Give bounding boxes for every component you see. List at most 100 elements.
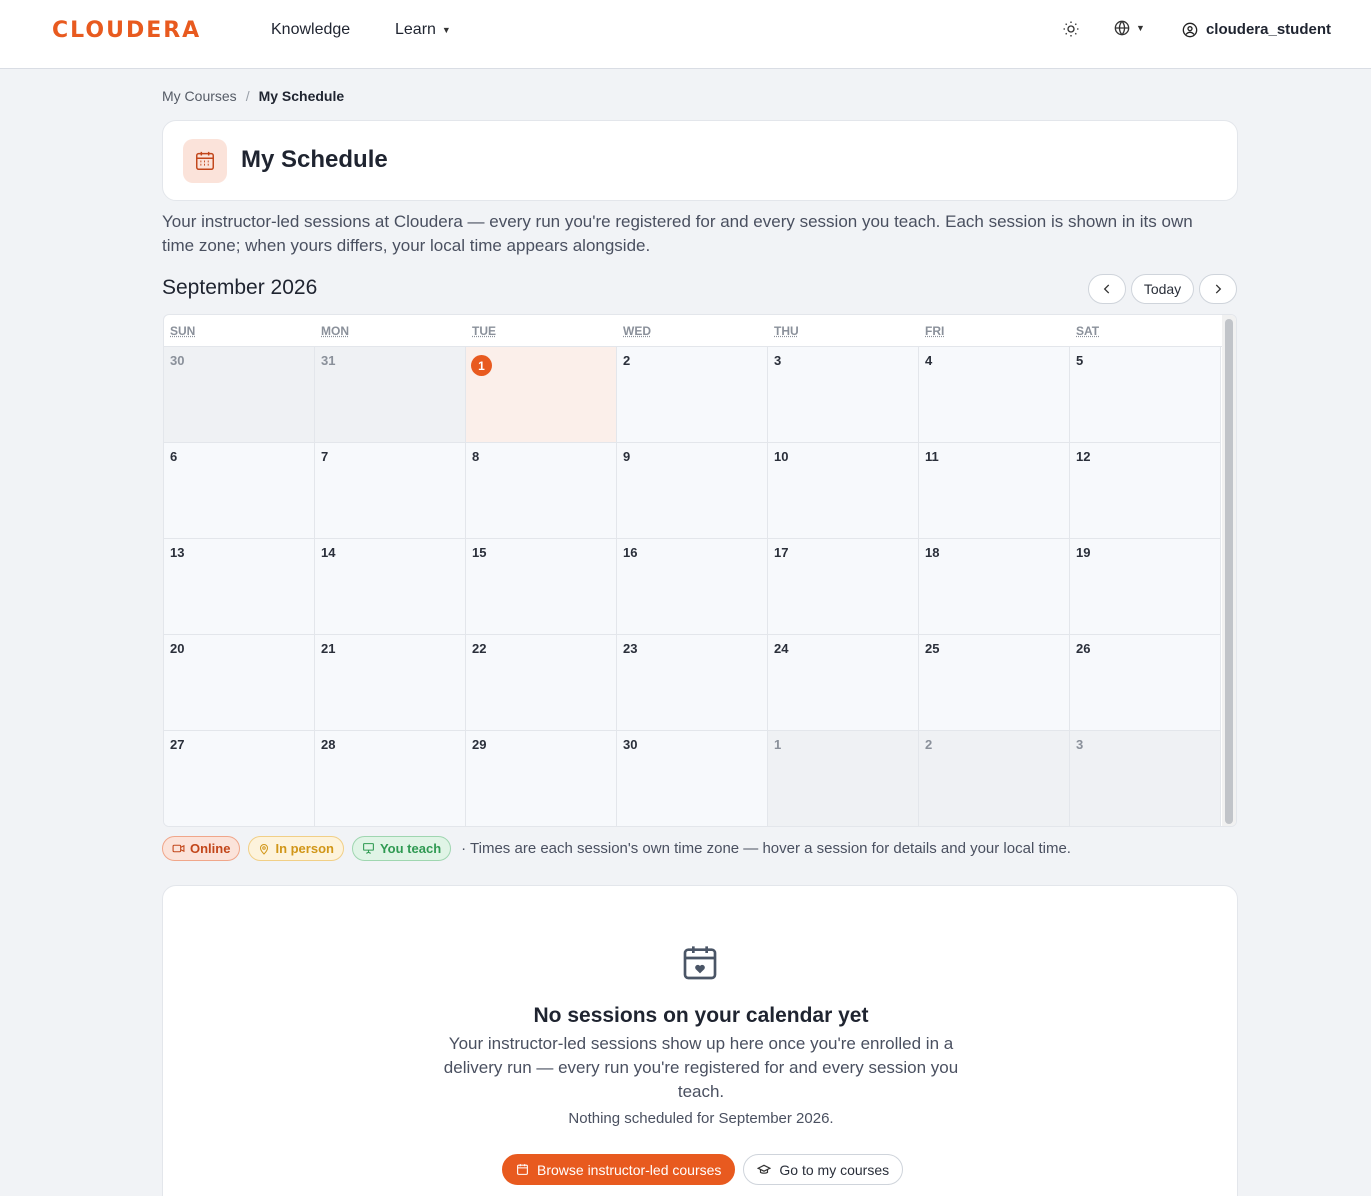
nav-knowledge[interactable]: Knowledge (271, 21, 350, 39)
day-number: 2 (623, 353, 631, 368)
day-number: 13 (170, 545, 185, 560)
weekday-label: MON (321, 324, 349, 338)
day-number: 19 (1076, 545, 1091, 560)
calendar-day-cell[interactable]: 19 (1070, 539, 1221, 635)
calendar-day-cell[interactable]: 23 (617, 635, 768, 731)
calendar-day-cell[interactable]: 20 (164, 635, 315, 731)
calendar-day-cell[interactable]: 2 (919, 731, 1070, 826)
next-month-button[interactable] (1199, 274, 1237, 304)
nav-knowledge-label: Knowledge (271, 21, 351, 38)
day-number: 11 (925, 449, 939, 464)
day-number: 7 (321, 449, 329, 464)
empty-state-card: No sessions on your calendar yet Your in… (162, 885, 1238, 1196)
theme-toggle-button[interactable] (1062, 20, 1080, 38)
day-number: 5 (1076, 353, 1084, 368)
breadcrumb-my-courses[interactable]: My Courses (162, 88, 237, 104)
calendar-day-cell[interactable]: 8 (466, 443, 617, 539)
intro-text: Your instructor-led sessions at Cloudera… (162, 212, 1193, 255)
calendar-day-cell[interactable]: 25 (919, 635, 1070, 731)
day-number: 21 (321, 641, 336, 656)
calendar-nav: Today (1088, 274, 1237, 304)
day-number: 1 (471, 355, 492, 376)
calendar-day-cell[interactable]: 2 (617, 347, 768, 443)
calendar-day-cell[interactable]: 18 (919, 539, 1070, 635)
day-number: 8 (472, 449, 480, 464)
scrollbar-thumb[interactable] (1225, 319, 1233, 824)
calendar-day-cell[interactable]: 6 (164, 443, 315, 539)
day-number: 3 (1076, 737, 1084, 752)
weekday-label: TUE (472, 324, 496, 338)
calendar-day-cell[interactable]: 12 (1070, 443, 1221, 539)
calendar-day-cell[interactable]: 29 (466, 731, 617, 826)
empty-state-actions: Browse instructor-led courses Go to my c… (502, 1154, 904, 1185)
empty-state-icon-wrap (680, 943, 720, 988)
month-calendar: SUN MON TUE WED THU FRI SAT 30 31 1 2 3 4 5 6 7 8 9 10 11 1… (163, 314, 1237, 827)
day-number: 23 (623, 641, 638, 656)
day-number: 27 (170, 737, 185, 752)
calendar-day-cell[interactable]: 24 (768, 635, 919, 731)
calendar-day-cell[interactable]: 28 (315, 731, 466, 826)
empty-state-title: No sessions on your calendar yet (533, 1004, 869, 1027)
language-dropdown[interactable]: ▼ (1114, 20, 1145, 36)
header-icon-badge (183, 139, 227, 183)
day-number: 26 (1076, 641, 1091, 656)
calendar-heart-icon (683, 946, 717, 980)
calendar-day-cell[interactable]: 5 (1070, 347, 1221, 443)
presentation-icon (363, 843, 374, 854)
day-number: 30 (623, 737, 638, 752)
browse-courses-button[interactable]: Browse instructor-led courses (502, 1154, 736, 1185)
go-to-my-courses-label: Go to my courses (779, 1161, 890, 1178)
calendar-icon (517, 1164, 528, 1175)
legend-note: · Times are each session's own time zone… (461, 840, 1071, 857)
day-number: 30 (170, 353, 185, 368)
globe-icon (1114, 20, 1130, 36)
calendar-day-cell[interactable]: 26 (1070, 635, 1221, 731)
legend-online: Online (162, 836, 241, 861)
calendar-day-cell[interactable]: 17 (768, 539, 919, 635)
calendar-day-cell[interactable]: 16 (617, 539, 768, 635)
calendar-day-cell[interactable]: 3 (1070, 731, 1221, 826)
month-title: September 2026 (162, 276, 318, 299)
calendar-day-cell[interactable]: 31 (315, 347, 466, 443)
calendar-day-cell[interactable]: 15 (466, 539, 617, 635)
calendar-day-cell[interactable]: 11 (919, 443, 1070, 539)
calendar-day-cell[interactable]: 7 (315, 443, 466, 539)
calendar-day-cell[interactable]: 9 (617, 443, 768, 539)
go-to-my-courses-button[interactable]: Go to my courses (743, 1154, 904, 1185)
nav-learn-dropdown[interactable]: Learn ▼ (395, 21, 451, 39)
day-number: 22 (472, 641, 487, 656)
nav-learn-label: Learn (395, 21, 436, 38)
calendar-day-cell[interactable]: 21 (315, 635, 466, 731)
username-label: cloudera_student (1205, 21, 1331, 38)
calendar-day-cell[interactable]: 4 (919, 347, 1070, 443)
calendar-day-cell[interactable]: 1 (768, 731, 919, 826)
day-number: 25 (925, 641, 940, 656)
day-number: 10 (774, 449, 789, 464)
calendar-icon (196, 151, 214, 170)
calendar-day-cell[interactable]: 30 (617, 731, 768, 826)
day-number: 1 (774, 737, 782, 752)
calendar-day-cell[interactable]: 27 (164, 731, 315, 826)
prev-month-button[interactable] (1088, 274, 1126, 304)
calendar-day-cell[interactable]: 13 (164, 539, 315, 635)
caret-down-icon: ▼ (1136, 23, 1145, 33)
calendar-day-cell[interactable]: 10 (768, 443, 919, 539)
legend-online-label: Online (190, 841, 231, 856)
calendar-day-cell[interactable]: 30 (164, 347, 315, 443)
page-title: My Schedule (241, 146, 388, 173)
today-button[interactable]: Today (1131, 274, 1194, 304)
calendar-day-cell-today[interactable]: 1 (466, 347, 617, 443)
map-pin-icon (260, 843, 269, 855)
legend-in-person: In person (248, 836, 344, 861)
calendar-grid: 30 31 1 2 3 4 5 6 7 8 9 10 11 12 13 14 15 16 17 18 19 20 21 22 2… (164, 347, 1223, 826)
cloudera-logo[interactable]: CLOUDERA (52, 18, 201, 43)
calendar-day-cell[interactable]: 3 (768, 347, 919, 443)
calendar-day-cell[interactable]: 22 (466, 635, 617, 731)
session-legend: Online In person You teach · Times are e… (162, 836, 1071, 861)
user-circle-icon (1182, 22, 1198, 37)
day-number: 4 (925, 353, 933, 368)
calendar-day-cell[interactable]: 14 (315, 539, 466, 635)
calendar-scrollbar[interactable] (1222, 315, 1236, 826)
user-menu[interactable]: cloudera_student (1182, 21, 1331, 38)
weekday-label: SUN (170, 324, 196, 338)
